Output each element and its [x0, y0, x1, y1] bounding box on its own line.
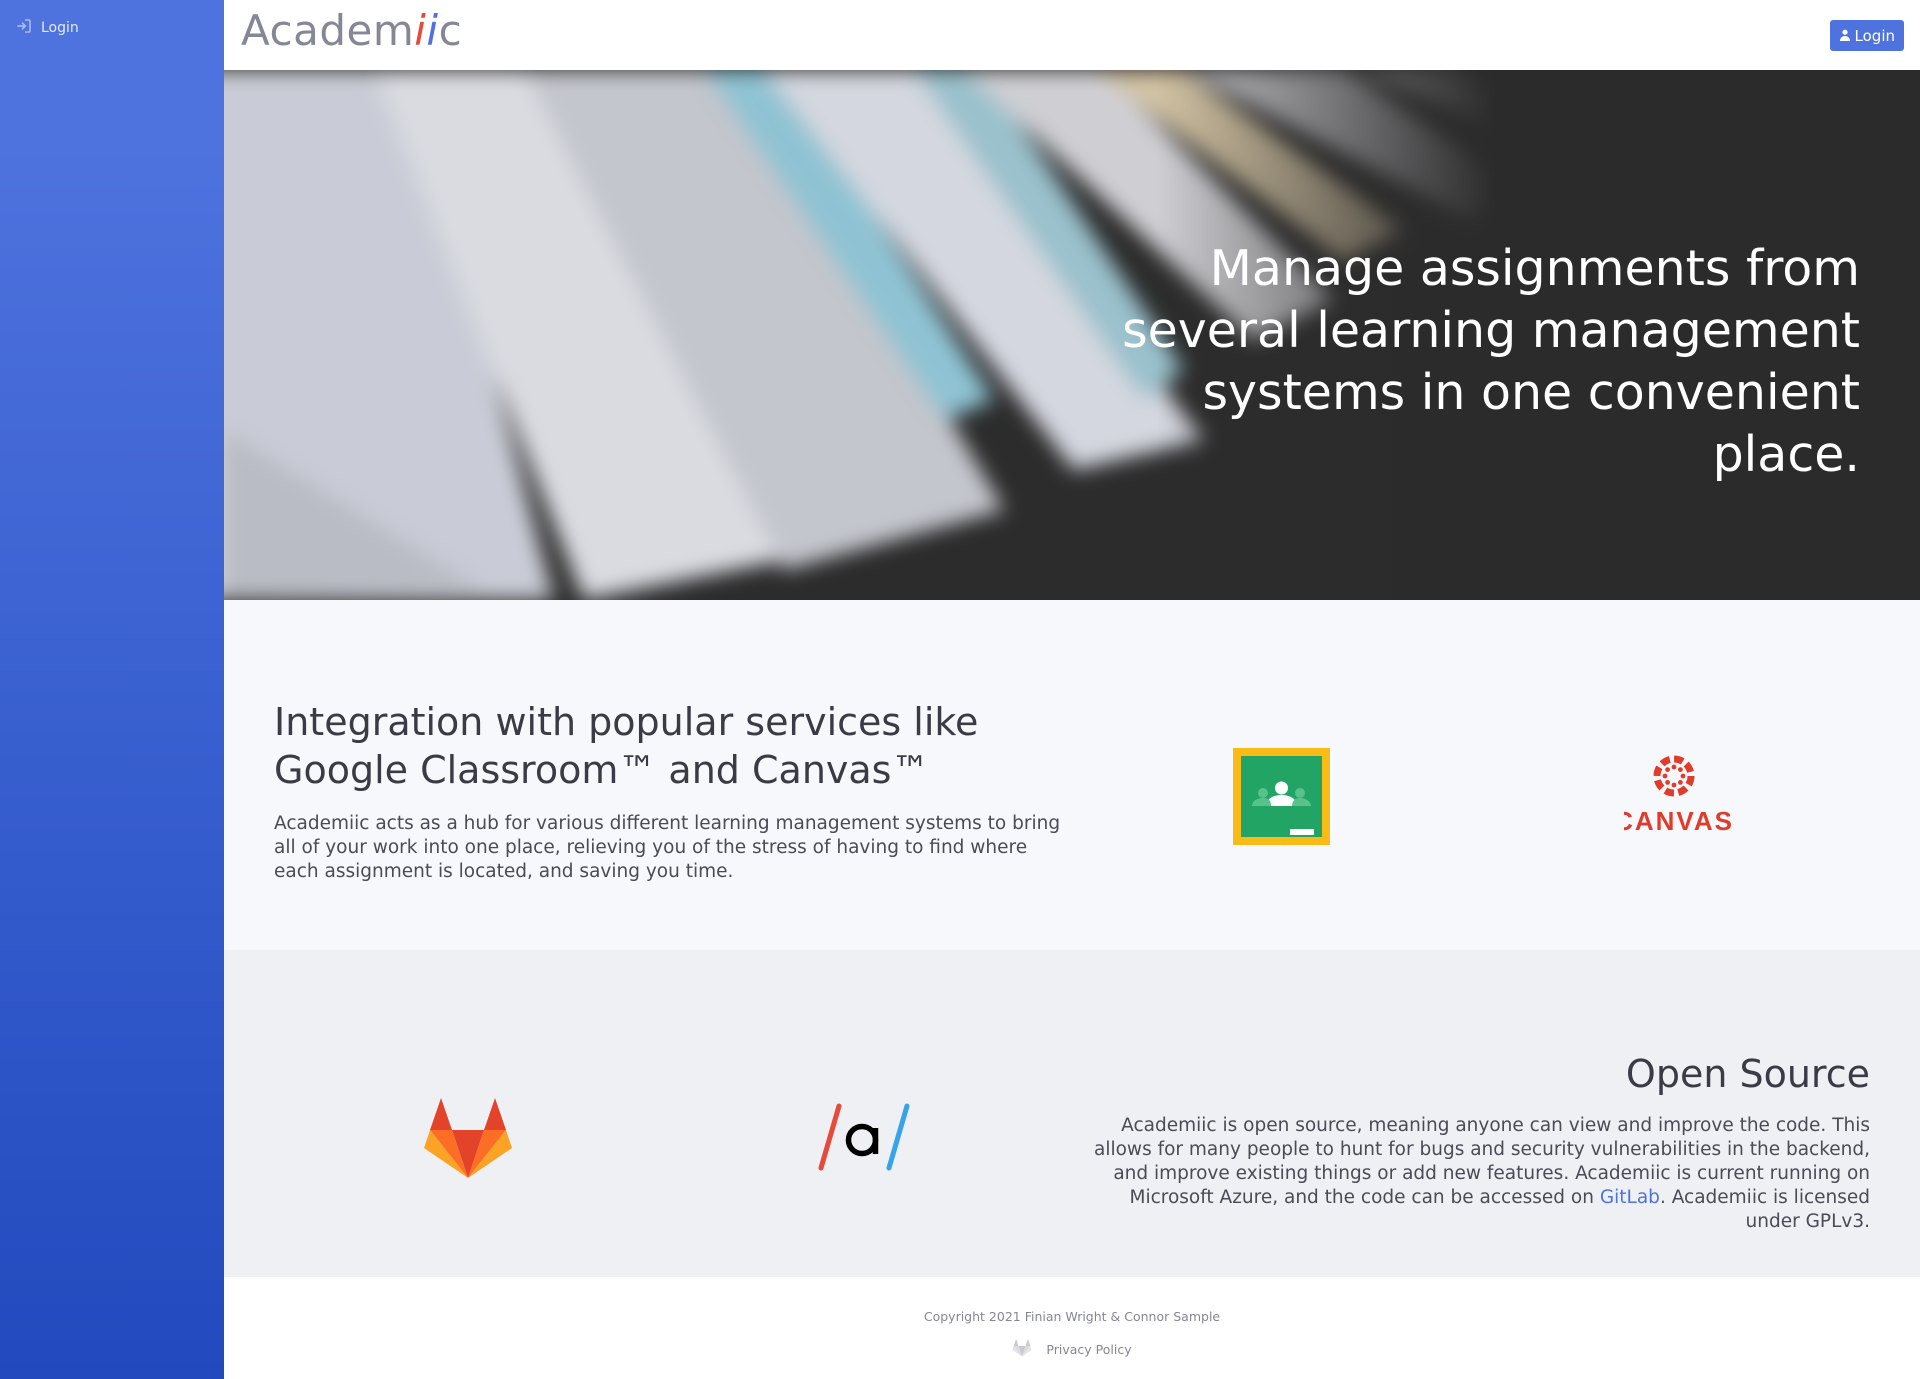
- brand-i-red: i: [414, 6, 427, 55]
- academiic-a-logo: [818, 1103, 910, 1171]
- footer-links: Privacy Policy: [224, 1339, 1920, 1360]
- open-source-section: Open Source Academiic is open source, me…: [224, 950, 1920, 1277]
- hero-banner: Manage assignments from several learning…: [224, 70, 1920, 600]
- brand-i-blue: i: [426, 6, 439, 55]
- google-classroom-logo: [1233, 748, 1330, 845]
- privacy-policy-link[interactable]: Privacy Policy: [1046, 1342, 1131, 1357]
- copyright-text: Copyright 2021 Finian Wright & Connor Sa…: [923, 1309, 1221, 1324]
- open-source-body-end: . Academiic is licensed under GPLv3.: [1659, 1187, 1870, 1232]
- sign-in-icon: [16, 18, 32, 38]
- canvas-wordmark: CANVAS: [1624, 806, 1734, 836]
- integration-section: Integration with popular services like G…: [224, 600, 1920, 950]
- canvas-logo: CANVAS: [1614, 752, 1734, 836]
- login-button[interactable]: Login: [1829, 20, 1904, 51]
- gitlab-icon[interactable]: [1012, 1339, 1033, 1360]
- sidebar-item-login[interactable]: Login: [16, 18, 79, 38]
- brand-prefix: Academ: [241, 6, 415, 55]
- footer: Copyright 2021 Finian Wright & Connor Sa…: [224, 1277, 1920, 1379]
- integration-description: Academiic acts as a hub for various diff…: [274, 813, 1061, 882]
- integration-title: Integration with popular services like G…: [274, 700, 979, 792]
- gitlab-logo: [424, 1098, 512, 1178]
- sidebar-item-label: Login: [41, 20, 79, 36]
- brand-logo[interactable]: Academiic: [241, 6, 462, 55]
- login-button-label: Login: [1854, 26, 1895, 45]
- user-icon: [1839, 27, 1851, 45]
- sidebar: Login: [0, 0, 224, 1379]
- topbar: Academiic Login: [224, 0, 1920, 70]
- open-source-description: Academiic is open source, meaning anyone…: [1080, 1114, 1870, 1234]
- brand-suffix: c: [438, 6, 463, 55]
- gitlab-link[interactable]: GitLab: [1600, 1187, 1660, 1208]
- open-source-title: Open Source: [1625, 1052, 1870, 1096]
- hero-headline: Manage assignments from several learning…: [1122, 240, 1860, 483]
